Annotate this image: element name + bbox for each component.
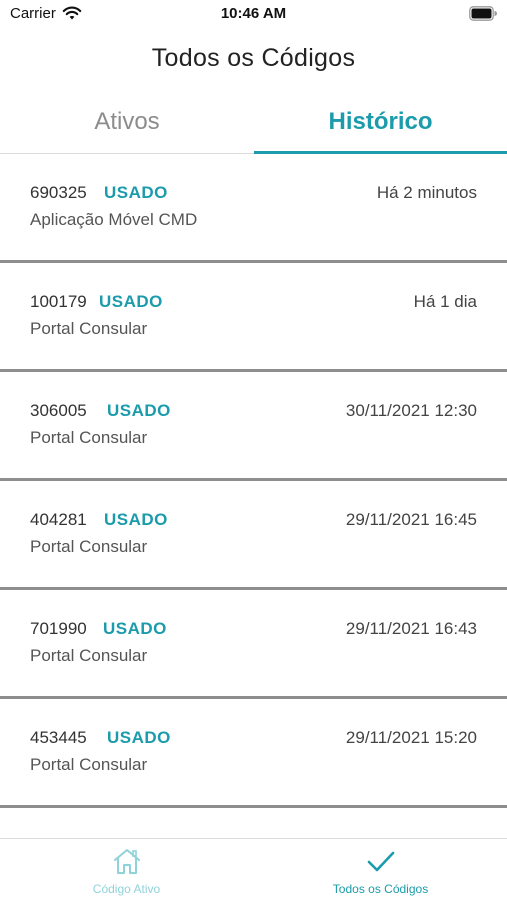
timestamp: 29/11/2021 16:45	[345, 510, 477, 529]
timestamp: Há 1 dia	[413, 292, 477, 311]
tab-codigo-ativo[interactable]: Código Ativo	[0, 839, 253, 900]
code-value: 306005	[30, 401, 87, 420]
origin-label: Portal Consular	[30, 755, 148, 774]
origin-label: Portal Consular	[30, 646, 148, 665]
timestamp: Há 2 minutos	[376, 183, 477, 202]
home-icon	[113, 849, 140, 874]
timestamp: 29/11/2021 15:20	[345, 728, 477, 747]
origin-label: Aplicação Móvel CMD	[30, 210, 198, 229]
clock: 10:46 AM	[220, 5, 287, 22]
page-title: Todos os Códigos	[151, 44, 356, 72]
status-badge: USADO	[103, 619, 167, 638]
history-row[interactable]: 100179 USADO Há 1 dia Portal Consular	[0, 263, 507, 372]
code-value: 453445	[30, 728, 87, 747]
history-row[interactable]: 404281 USADO 29/11/2021 16:45 Portal Con…	[0, 481, 507, 590]
origin-label: Portal Consular	[30, 428, 148, 447]
tab-historico[interactable]: Histórico	[254, 100, 507, 154]
tab-label: Todos os Códigos	[332, 882, 429, 896]
status-bar: Carrier 10:46 AM	[0, 0, 507, 30]
tab-label: Código Ativo	[92, 882, 161, 896]
status-badge: USADO	[99, 292, 163, 311]
history-row[interactable]: 690325 USADO Há 2 minutos Aplicação Móve…	[0, 154, 507, 263]
segmented-tabs: Ativos Histórico	[0, 100, 507, 154]
timestamp: 30/11/2021 12:30	[345, 401, 477, 420]
history-row[interactable]: 306005 USADO 30/11/2021 12:30 Portal Con…	[0, 372, 507, 481]
bottom-tab-bar: Código Ativo Todos os Códigos	[0, 838, 507, 900]
origin-label: Portal Consular	[30, 319, 148, 338]
code-value: 701990	[30, 619, 87, 638]
code-value: 100179	[30, 292, 87, 311]
origin-label: Portal Consular	[30, 537, 148, 556]
status-badge: USADO	[107, 728, 171, 747]
history-row[interactable]: 701990 USADO 29/11/2021 16:43 Portal Con…	[0, 590, 507, 699]
timestamp: 29/11/2021 16:43	[345, 619, 477, 638]
history-row[interactable]: 453445 USADO 29/11/2021 15:20 Portal Con…	[0, 699, 507, 808]
battery-icon	[469, 6, 497, 21]
tab-ativos[interactable]: Ativos	[0, 100, 254, 154]
status-badge: USADO	[107, 401, 171, 420]
code-value: 404281	[30, 510, 87, 529]
status-badge: USADO	[104, 510, 168, 529]
status-badge: USADO	[104, 183, 168, 202]
tab-todos-os-codigos[interactable]: Todos os Códigos	[254, 839, 507, 900]
code-value: 690325	[30, 183, 87, 202]
checkmark-icon	[367, 851, 394, 872]
history-list[interactable]: 690325 USADO Há 2 minutos Aplicação Móve…	[0, 154, 507, 839]
